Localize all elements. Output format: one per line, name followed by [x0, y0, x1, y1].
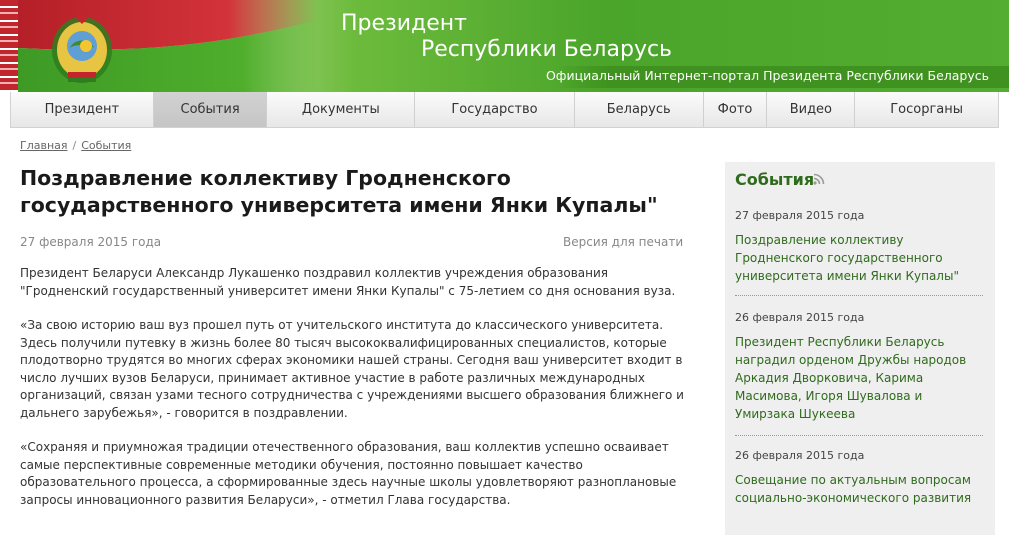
site-subtitle: Официальный Интернет-портал Президента Р…	[545, 68, 989, 83]
nav-item-gov-bodies[interactable]: Госорганы	[855, 92, 998, 127]
sidebar-news-link[interactable]: Совещание по актуальным вопросам социаль…	[735, 471, 983, 507]
article-date: 27 февраля 2015 года	[20, 235, 162, 249]
sidebar-news-item: 26 февраля 2015 года Президент Республик…	[735, 311, 983, 423]
nav-item-president[interactable]: Президент	[11, 92, 154, 127]
national-ornament	[0, 0, 18, 92]
sidebar-news-date: 26 февраля 2015 года	[735, 449, 865, 462]
sidebar-news-link[interactable]: Поздравление коллективу Гродненского гос…	[735, 231, 983, 285]
breadcrumb-separator: /	[72, 139, 77, 152]
main-nav: Президент События Документы Государство …	[10, 92, 999, 128]
sidebar-news-item: 27 февраля 2015 года Поздравление коллек…	[735, 209, 983, 285]
coat-of-arms-icon	[52, 12, 112, 83]
article-paragraph: «Сохраняя и приумножая традиции отечеств…	[20, 440, 677, 507]
nav-item-photo[interactable]: Фото	[704, 92, 768, 127]
sidebar-news-item: 26 февраля 2015 года Совещание по актуал…	[735, 449, 983, 507]
site-title-line2[interactable]: Республики Беларусь	[421, 37, 672, 62]
nav-item-belarus[interactable]: Беларусь	[575, 92, 704, 127]
divider	[735, 435, 983, 436]
breadcrumb-current[interactable]: События	[81, 139, 131, 152]
breadcrumb-home[interactable]: Главная	[20, 139, 68, 152]
site-header: Президент Республики Беларусь Официальны…	[0, 0, 1009, 92]
nav-item-documents[interactable]: Документы	[267, 92, 416, 127]
rss-icon[interactable]	[813, 173, 825, 185]
nav-item-video[interactable]: Видео	[767, 92, 856, 127]
sidebar-news-date: 27 февраля 2015 года	[735, 209, 865, 222]
sidebar-news-date: 26 февраля 2015 года	[735, 311, 865, 324]
divider	[735, 295, 983, 296]
article-paragraph: «За свою историю ваш вуз прошел путь от …	[20, 318, 684, 420]
breadcrumb: Главная / События	[20, 139, 131, 152]
article-title: Поздравление коллективу Гродненского гос…	[20, 166, 658, 217]
site-title-line1[interactable]: Президент	[341, 11, 467, 36]
print-version-link[interactable]: Версия для печати	[563, 235, 683, 249]
events-sidebar: События 27 февраля 2015 года Поздравлени…	[725, 162, 995, 535]
nav-item-state[interactable]: Государство	[415, 92, 575, 127]
sidebar-news-link[interactable]: Президент Республики Беларусь наградил о…	[735, 333, 983, 423]
nav-item-events[interactable]: События	[153, 92, 268, 127]
article-paragraph: Президент Беларуси Александр Лукашенко п…	[20, 266, 676, 298]
sidebar-title[interactable]: События	[735, 170, 814, 189]
